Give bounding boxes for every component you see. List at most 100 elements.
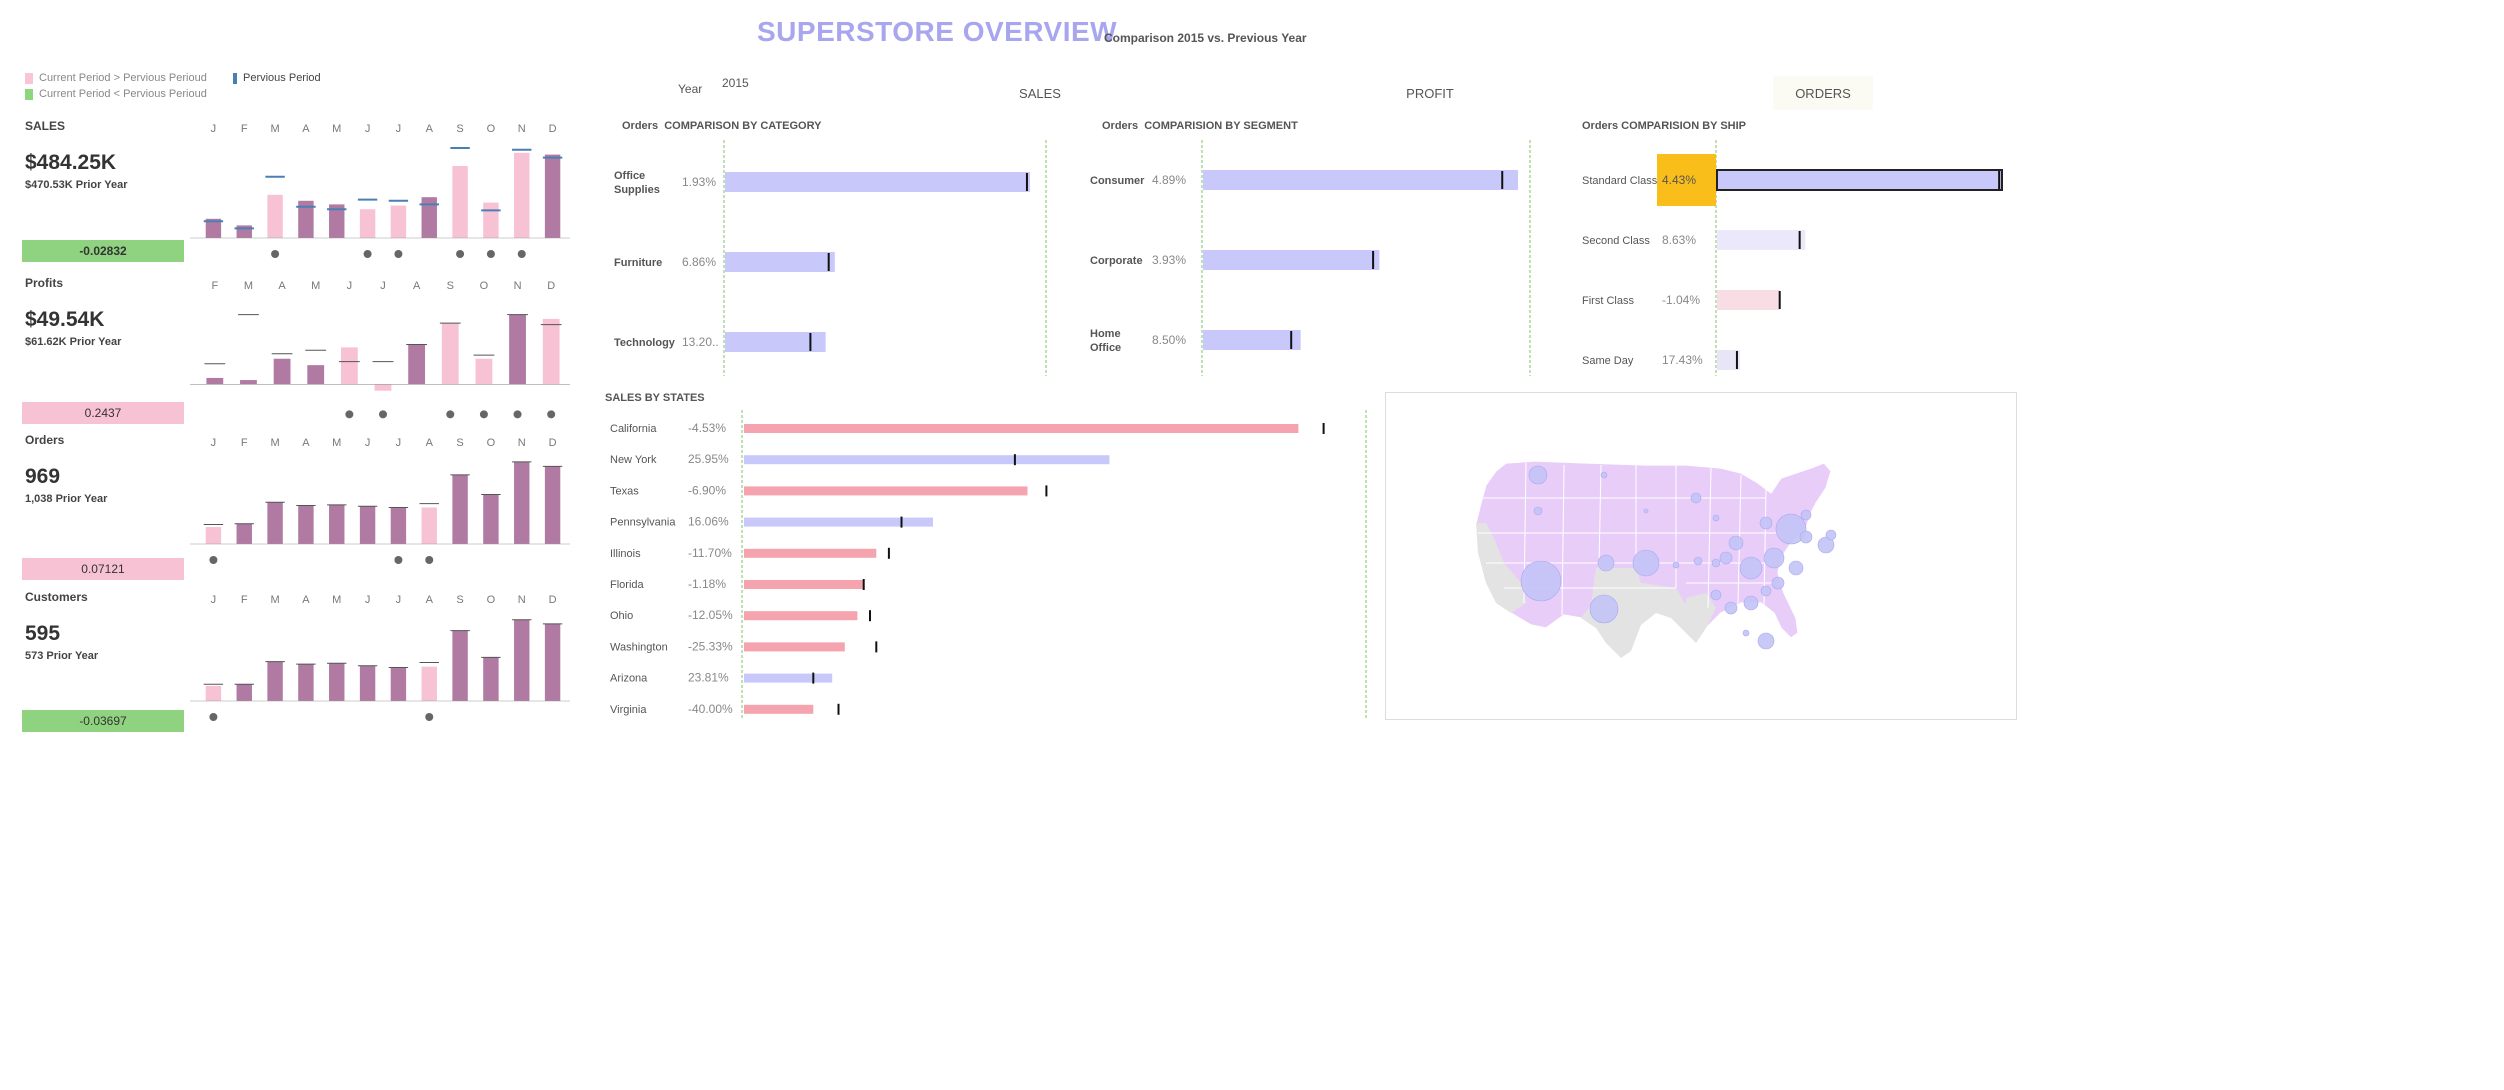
map-bubble[interactable] xyxy=(1719,551,1733,565)
map-bubble[interactable] xyxy=(1632,549,1660,577)
kpi-customers-delta-badge[interactable]: -0.03697 xyxy=(22,710,184,732)
year-filter-value[interactable]: 2015 xyxy=(722,76,749,90)
kpi-bar-current[interactable] xyxy=(441,323,459,385)
kpi-bar-current[interactable] xyxy=(452,474,468,544)
map-bubble[interactable] xyxy=(1533,506,1543,516)
comparison-bar-current[interactable] xyxy=(725,172,1030,192)
map-bubble[interactable] xyxy=(1759,516,1773,530)
kpi-bar-current[interactable] xyxy=(307,365,325,385)
map-bubble[interactable] xyxy=(1693,556,1703,566)
map-bubble[interactable] xyxy=(1712,514,1720,522)
map-bubble[interactable] xyxy=(1724,601,1738,615)
map-bubble[interactable] xyxy=(1597,554,1615,572)
map-bubble[interactable] xyxy=(1710,589,1722,601)
category-chart[interactable]: Office Supplies 1.93% Furniture 6.86% Technol… xyxy=(612,140,1072,380)
map-bubble[interactable] xyxy=(1743,595,1759,611)
kpi-profits-chart[interactable]: FMAMJJASOND xyxy=(190,275,570,425)
ship-chart[interactable]: Standard Class 4.43% Second Class 8.63% Firs… xyxy=(1570,140,2010,380)
kpi-bar-current[interactable] xyxy=(544,623,561,701)
kpi-bar-current[interactable] xyxy=(205,527,222,544)
us-map-panel[interactable] xyxy=(1385,392,2017,720)
map-bubble[interactable] xyxy=(1528,465,1548,485)
map-bubble[interactable] xyxy=(1690,492,1702,504)
kpi-bar-current[interactable] xyxy=(236,684,252,701)
kpi-bar-current[interactable] xyxy=(514,461,530,544)
map-bubble[interactable] xyxy=(1757,632,1775,650)
comparison-bar-current[interactable] xyxy=(725,252,835,272)
state-bar-current[interactable] xyxy=(744,673,833,683)
kpi-bar-current[interactable] xyxy=(267,502,283,544)
kpi-bar-current[interactable] xyxy=(390,205,407,238)
map-bubble[interactable] xyxy=(1672,561,1680,569)
map-bubble[interactable] xyxy=(1760,585,1772,597)
comparison-bar-current[interactable] xyxy=(1203,250,1380,270)
kpi-bar-current[interactable] xyxy=(542,318,560,385)
map-bubble[interactable] xyxy=(1520,560,1562,602)
tab-profit[interactable]: PROFIT xyxy=(1380,76,1480,110)
comparison-bar-current[interactable] xyxy=(1203,330,1301,350)
state-bar-current[interactable] xyxy=(744,611,858,621)
state-bar-current[interactable] xyxy=(744,424,1299,433)
map-bubble[interactable] xyxy=(1771,576,1785,590)
map-bubble[interactable] xyxy=(1799,530,1813,544)
kpi-bar-current[interactable] xyxy=(273,358,291,385)
us-map[interactable] xyxy=(1386,393,2016,719)
map-bubble[interactable] xyxy=(1788,560,1804,576)
kpi-bar-current[interactable] xyxy=(514,619,530,701)
kpi-bar-current[interactable] xyxy=(390,667,407,701)
map-bubble[interactable] xyxy=(1711,558,1721,568)
kpi-bar-current[interactable] xyxy=(329,504,345,544)
state-bar-current[interactable] xyxy=(744,517,933,527)
kpi-bar-current[interactable] xyxy=(544,154,561,238)
kpi-bar-current[interactable] xyxy=(421,666,437,701)
comparison-bar-current[interactable] xyxy=(1717,230,1806,250)
kpi-bar-current[interactable] xyxy=(483,202,499,238)
kpi-profits-delta-badge[interactable]: 0.2437 xyxy=(22,402,184,424)
map-bubble[interactable] xyxy=(1739,556,1763,580)
state-bar-current[interactable] xyxy=(744,486,1028,496)
kpi-bar-current[interactable] xyxy=(452,630,468,701)
kpi-bar-current[interactable] xyxy=(509,314,526,385)
legend-item-prev[interactable]: Pervious Period xyxy=(233,72,321,84)
kpi-orders-delta-badge[interactable]: 0.07121 xyxy=(22,558,184,580)
state-bar-current[interactable] xyxy=(744,704,814,714)
kpi-bar-current[interactable] xyxy=(236,523,252,544)
kpi-bar-current[interactable] xyxy=(374,384,392,391)
kpi-bar-current[interactable] xyxy=(514,152,530,238)
state-bar-current[interactable] xyxy=(744,580,864,589)
states-chart[interactable]: California -4.53% New York 25.95% Texas -6.90… xyxy=(604,408,1374,723)
map-bubble[interactable] xyxy=(1589,594,1619,624)
kpi-sales-delta-badge[interactable]: -0.02832 xyxy=(22,240,184,262)
comparison-bar-current[interactable] xyxy=(1203,170,1518,190)
kpi-bar-current[interactable] xyxy=(408,344,426,385)
kpi-bar-current[interactable] xyxy=(359,506,376,544)
kpi-bar-current[interactable] xyxy=(475,358,493,385)
kpi-bar-current[interactable] xyxy=(340,347,358,385)
kpi-bar-current[interactable] xyxy=(267,661,283,701)
kpi-bar-current[interactable] xyxy=(483,494,499,544)
kpi-bar-current[interactable] xyxy=(298,505,314,544)
map-bubble[interactable] xyxy=(1643,508,1649,514)
map-bubble[interactable] xyxy=(1742,629,1750,637)
kpi-bar-current[interactable] xyxy=(329,663,345,701)
state-bar-current[interactable] xyxy=(744,548,877,558)
kpi-orders-chart[interactable]: JFMAMJJASOND xyxy=(190,432,570,572)
map-bubble[interactable] xyxy=(1800,509,1812,521)
kpi-bar-current[interactable] xyxy=(205,685,222,701)
comparison-bar-current[interactable] xyxy=(1716,169,2003,191)
tab-sales[interactable]: SALES xyxy=(990,76,1090,110)
comparison-bar-current[interactable] xyxy=(1717,290,1780,310)
map-bubble[interactable] xyxy=(1600,471,1608,479)
kpi-bar-current[interactable] xyxy=(544,466,561,544)
kpi-bar-current[interactable] xyxy=(240,380,257,385)
kpi-sales-chart[interactable]: JFMAMJJASOND xyxy=(190,118,570,270)
kpi-bar-current[interactable] xyxy=(359,665,376,701)
segment-chart[interactable]: Consumer 4.89% Corporate 3.93% Home Office 8.5… xyxy=(1090,140,1540,380)
kpi-bar-current[interactable] xyxy=(206,377,224,385)
kpi-bar-current[interactable] xyxy=(390,507,407,544)
kpi-bar-current[interactable] xyxy=(236,225,252,238)
legend-item-down[interactable]: Current Period < Pervious Perioud xyxy=(25,88,207,100)
kpi-bar-current[interactable] xyxy=(452,166,468,238)
kpi-bar-current[interactable] xyxy=(421,507,437,544)
kpi-bar-current[interactable] xyxy=(359,209,376,238)
